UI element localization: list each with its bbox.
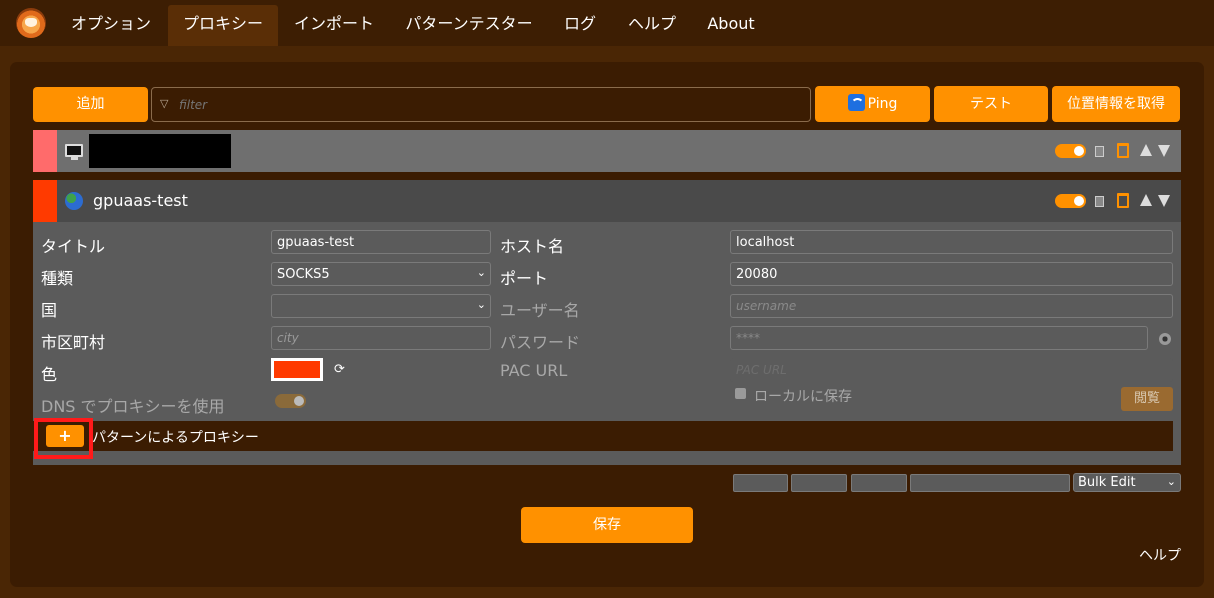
foxyproxy-logo-icon	[16, 8, 46, 38]
bulk-edit-select[interactable]: Bulk Edit ⌄	[1073, 473, 1181, 492]
type-select[interactable]: SOCKS5 ⌄	[271, 262, 491, 286]
tab-options[interactable]: オプション	[58, 5, 164, 46]
eye-icon[interactable]	[1159, 333, 1171, 345]
add-button[interactable]: 追加	[33, 87, 148, 122]
port-field[interactable]: 20080	[730, 262, 1173, 286]
ping-button[interactable]: Ping	[815, 86, 930, 122]
tab-help[interactable]: ヘルプ	[614, 5, 690, 46]
filter-box: ▽	[151, 87, 811, 122]
proxy-enable-toggle[interactable]	[1055, 194, 1086, 208]
port-label: ポート	[500, 269, 549, 288]
highlight-box	[34, 418, 93, 459]
password-field[interactable]: ****	[730, 326, 1148, 350]
proxy-row[interactable]	[33, 130, 1181, 172]
password-label: パスワード	[500, 333, 581, 352]
host-field[interactable]: localhost	[730, 230, 1173, 254]
username-field[interactable]: username	[730, 294, 1173, 318]
host-label: ホスト名	[500, 237, 565, 256]
proxy-title: gpuaas-test	[93, 191, 188, 210]
chevron-down-icon: ⌄	[476, 298, 486, 311]
proxy-row[interactable]: gpuaas-test	[33, 180, 1181, 222]
move-up-icon[interactable]	[1140, 144, 1152, 156]
country-select[interactable]: ⌄	[271, 294, 491, 318]
username-label: ユーザー名	[500, 301, 580, 320]
tab-log[interactable]: ログ	[552, 5, 608, 46]
globe-icon	[65, 192, 83, 210]
trash-icon[interactable]	[1117, 193, 1129, 208]
bulk-slot[interactable]	[910, 474, 1070, 492]
title-field[interactable]: gpuaas-test	[271, 230, 491, 254]
bulk-slot[interactable]	[851, 474, 907, 492]
city-field[interactable]: city	[271, 326, 491, 350]
bulk-slot[interactable]	[733, 474, 788, 492]
bulk-slot[interactable]	[791, 474, 847, 492]
wifi-icon	[847, 94, 865, 111]
help-link[interactable]: ヘルプ	[1139, 545, 1181, 565]
filter-input[interactable]	[179, 96, 679, 114]
proxy-title-redacted	[89, 134, 231, 168]
move-down-icon[interactable]	[1158, 195, 1170, 207]
test-button[interactable]: テスト	[934, 86, 1048, 122]
save-button[interactable]: 保存	[521, 507, 693, 543]
ping-label: Ping	[867, 96, 898, 112]
pac-url-field[interactable]: PAC URL	[730, 358, 1173, 382]
view-button[interactable]: 閲覧	[1121, 387, 1173, 411]
dns-label: DNS でプロキシーを使用	[41, 397, 225, 416]
city-label: 市区町村	[41, 333, 106, 352]
proxy-enable-toggle[interactable]	[1055, 144, 1086, 158]
move-down-icon[interactable]	[1158, 145, 1170, 157]
move-up-icon[interactable]	[1140, 194, 1152, 206]
monitor-icon	[65, 144, 83, 160]
tab-about[interactable]: About	[696, 5, 766, 46]
pattern-label: パターンによるプロキシー	[92, 430, 259, 446]
type-select-value: SOCKS5	[277, 267, 330, 282]
chevron-down-icon: ⌄	[476, 266, 486, 279]
color-picker[interactable]	[271, 358, 323, 381]
pac-url-label: PAC URL	[500, 361, 568, 380]
reset-color-icon[interactable]: ⟳	[334, 362, 345, 377]
proxy-color-bar	[33, 130, 57, 172]
color-swatch-fill	[274, 361, 320, 378]
filter-icon: ▽	[160, 97, 169, 110]
get-location-button[interactable]: 位置情報を取得	[1052, 86, 1180, 122]
tab-proxies[interactable]: プロキシー	[168, 5, 278, 46]
duplicate-icon[interactable]	[1095, 196, 1104, 207]
tab-import[interactable]: インポート	[282, 5, 386, 46]
color-label: 色	[41, 365, 58, 384]
chevron-down-icon: ⌄	[1166, 475, 1176, 488]
store-local-checkbox[interactable]	[735, 388, 746, 399]
title-label: タイトル	[41, 237, 106, 256]
type-label: 種類	[41, 269, 74, 288]
country-label: 国	[41, 301, 58, 320]
top-nav: オプション プロキシー インポート パターンテスター ログ ヘルプ About	[0, 0, 1214, 46]
tab-pattern-tester[interactable]: パターンテスター	[392, 5, 546, 46]
proxy-color-bar	[33, 180, 57, 222]
dns-toggle[interactable]	[275, 394, 306, 408]
trash-icon[interactable]	[1117, 143, 1129, 158]
store-local-label: ローカルに保存	[754, 389, 852, 405]
duplicate-icon[interactable]	[1095, 146, 1104, 157]
bulk-edit-value: Bulk Edit	[1078, 475, 1136, 490]
